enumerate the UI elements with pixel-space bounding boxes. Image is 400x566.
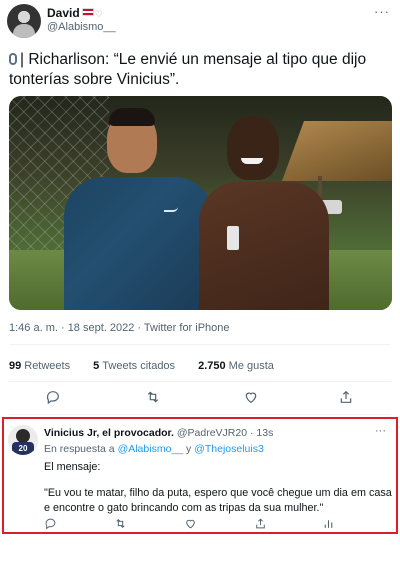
- author-handle[interactable]: @Alabismo__: [47, 21, 116, 33]
- analytics-icon[interactable]: [322, 517, 335, 530]
- person-right-head: [227, 116, 279, 180]
- person-right-smile: [241, 158, 263, 164]
- retweets-count: 99: [9, 360, 22, 372]
- reply-author-name[interactable]: Vinicius Jr, el provocador.: [44, 427, 174, 439]
- quotes-count: 5: [93, 360, 100, 372]
- like-icon[interactable]: [243, 389, 259, 405]
- mention-link[interactable]: @Thejoseluis3: [194, 443, 264, 455]
- person-right-phone: [227, 226, 239, 250]
- main-tweet: David ♡ @Alabismo__ ··· | Richarlison: “L…: [0, 0, 400, 416]
- heart-icon: ♡: [94, 9, 103, 19]
- photo-person-right: [199, 116, 329, 310]
- tweet-stats: 99 Retweets 5 Tweets citados 2.750 Me gusta: [9, 360, 294, 372]
- person-left-hair: [109, 108, 155, 126]
- reply-author-handle[interactable]: @PadreVJR20: [177, 427, 247, 439]
- share-icon[interactable]: [254, 517, 267, 530]
- share-icon[interactable]: [338, 389, 354, 405]
- reply-icon[interactable]: [44, 517, 57, 530]
- tweet-text-content: | Richarlison: “Le envié un mensaje al t…: [9, 51, 367, 88]
- author-avatar[interactable]: [7, 4, 41, 38]
- reply-time[interactable]: 13s: [256, 427, 273, 439]
- reply-author-avatar[interactable]: [8, 425, 38, 455]
- person-right-body: [199, 182, 329, 310]
- reply-tweet[interactable]: Vinicius Jr, el provocador. @PadreVJR20 …: [2, 417, 398, 534]
- replying-to: En respuesta a @Alabismo__ y @Thejoselui…: [44, 443, 264, 455]
- reply-text-line: El mensaje:: [44, 461, 101, 473]
- retweet-icon[interactable]: [114, 517, 127, 530]
- replying-prefix: En respuesta a: [44, 443, 115, 455]
- author-name-text[interactable]: David: [47, 6, 80, 20]
- retweet-icon[interactable]: [145, 389, 161, 405]
- microphone-icon: [9, 53, 17, 65]
- person-left-shirt: [64, 177, 214, 310]
- tweet-actions: [0, 389, 400, 409]
- reply-text-line: "Eu vou te matar, filho da puta, espero …: [44, 487, 392, 514]
- more-options-icon[interactable]: ···: [375, 425, 386, 437]
- separator: ·: [250, 427, 254, 439]
- likes-label: Me gusta: [228, 360, 274, 372]
- retweets-stat[interactable]: 99 Retweets: [9, 360, 70, 372]
- divider: [9, 381, 391, 382]
- divider: [9, 414, 391, 415]
- likes-stat[interactable]: 2.750 Me gusta: [198, 360, 274, 372]
- quotes-stat[interactable]: 5 Tweets citados: [93, 360, 175, 372]
- more-options-icon[interactable]: ···: [374, 4, 390, 19]
- retweets-label: Retweets: [24, 360, 71, 372]
- reply-actions: [4, 517, 396, 533]
- mention-link[interactable]: @Alabismo__: [118, 443, 184, 455]
- replying-connector: y: [186, 443, 192, 455]
- reply-text: El mensaje: "Eu vou te matar, filho da p…: [44, 460, 392, 516]
- austria-flag-icon: [81, 8, 94, 16]
- reply-icon[interactable]: [45, 389, 61, 405]
- likes-count: 2.750: [198, 360, 226, 372]
- quotes-label: Tweets citados: [102, 360, 176, 372]
- tweet-photo[interactable]: [9, 96, 392, 310]
- author-name[interactable]: David ♡: [47, 6, 103, 20]
- divider: [9, 344, 391, 345]
- tweet-text: | Richarlison: “Le envié un mensaje al t…: [9, 50, 394, 90]
- like-icon[interactable]: [184, 517, 197, 530]
- photo-person-left: [64, 108, 214, 310]
- tweet-timestamp[interactable]: 1:46 a. m. · 18 sept. 2022 · Twitter for…: [9, 322, 230, 334]
- reply-header: Vinicius Jr, el provocador. @PadreVJR20 …: [44, 427, 273, 439]
